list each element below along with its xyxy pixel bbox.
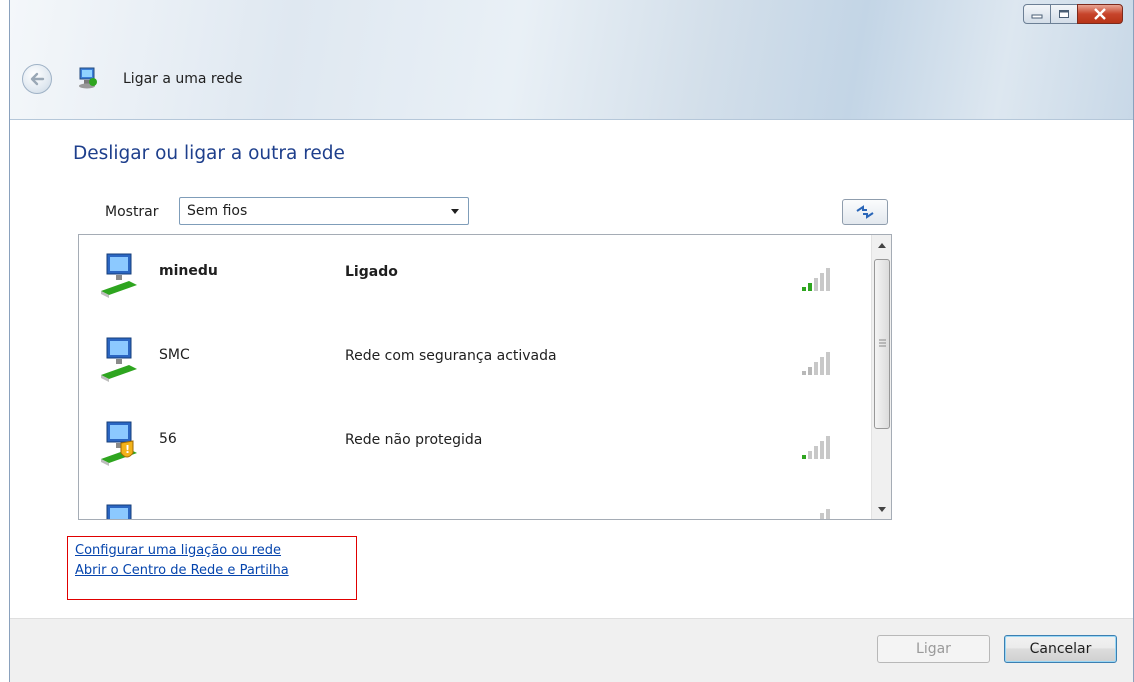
cancel-button[interactable]: Cancelar (1004, 635, 1117, 663)
unsecured-network-icon: ! (101, 421, 137, 466)
signal-strength-icon (820, 509, 830, 519)
network-center-link[interactable]: Abrir o Centro de Rede e Partilha (75, 563, 289, 578)
show-filter-value: Sem fios (187, 203, 248, 219)
window-controls (1023, 4, 1123, 24)
setup-connection-link[interactable]: Configurar uma ligação ou rede (75, 543, 281, 558)
network-name: minedu (159, 263, 218, 279)
scroll-up-button[interactable] (873, 236, 891, 254)
minimize-icon (1031, 14, 1043, 19)
button-bar: Ligar Cancelar (10, 618, 1133, 682)
network-row[interactable]: SMC Rede com segurança activada (79, 335, 869, 415)
page-heading: Desligar ou ligar a outra rede (73, 143, 345, 164)
wireless-network-icon (101, 337, 137, 382)
signal-strength-icon (802, 268, 830, 291)
network-wizard-icon (79, 67, 97, 89)
network-status: Rede com segurança activada (345, 348, 557, 364)
window-title: Ligar a uma rede (123, 71, 243, 87)
chevron-down-icon (878, 506, 886, 512)
network-row[interactable]: minedu Ligado (79, 251, 869, 331)
highlighted-links-box: Configurar uma ligação ou rede Abrir o C… (67, 536, 357, 600)
network-status: Ligado (345, 264, 398, 280)
list-scrollbar[interactable] (871, 235, 891, 519)
close-icon (1094, 8, 1106, 20)
title-bar: Ligar a uma rede (10, 0, 1133, 120)
show-label: Mostrar (105, 204, 159, 220)
minimize-button[interactable] (1023, 4, 1051, 24)
back-button[interactable] (22, 64, 52, 94)
grip-icon (879, 339, 886, 347)
svg-text:!: ! (125, 443, 130, 456)
network-row[interactable] (79, 501, 869, 519)
connect-button[interactable]: Ligar (877, 635, 990, 663)
chevron-up-icon (878, 242, 886, 248)
back-arrow-icon (30, 72, 45, 86)
wireless-network-icon (101, 253, 137, 298)
close-button[interactable] (1077, 4, 1123, 24)
network-status: Rede não protegida (345, 432, 483, 448)
scroll-thumb[interactable] (874, 259, 890, 429)
refresh-icon (856, 205, 874, 219)
network-name: 56 (159, 431, 177, 447)
show-filter-select[interactable]: Sem fios (179, 197, 469, 225)
maximize-icon (1059, 10, 1069, 18)
signal-strength-icon (802, 436, 830, 459)
chevron-down-icon (451, 209, 459, 214)
dialog-window: Ligar a uma rede Desligar ou ligar a out… (9, 0, 1134, 682)
network-name: SMC (159, 347, 190, 363)
network-row[interactable]: ! 56 Rede não protegida (79, 419, 869, 499)
scroll-down-button[interactable] (873, 500, 891, 518)
maximize-button[interactable] (1050, 4, 1078, 24)
signal-strength-icon (802, 352, 830, 375)
network-list[interactable]: minedu Ligado SMC Rede com segurança act… (78, 234, 892, 520)
wireless-network-icon (106, 504, 132, 519)
refresh-button[interactable] (842, 199, 888, 225)
